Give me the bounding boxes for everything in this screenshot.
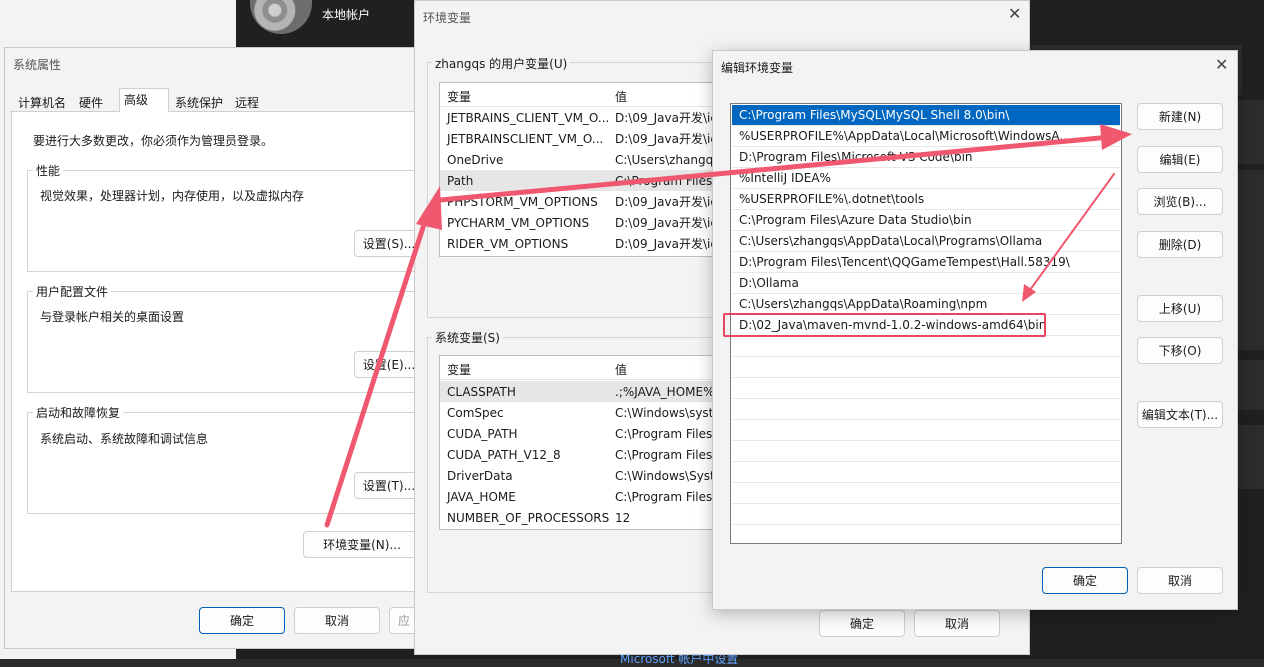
annotation-arrow xyxy=(324,209,431,528)
annotation-overlay xyxy=(324,124,1132,528)
annotation-arrowhead xyxy=(416,186,442,230)
annotation-arrowhead xyxy=(1100,124,1132,150)
annotation-arrow xyxy=(437,135,1103,203)
annotation-arrowhead xyxy=(1022,284,1036,302)
annotation-arrow xyxy=(1029,173,1115,291)
